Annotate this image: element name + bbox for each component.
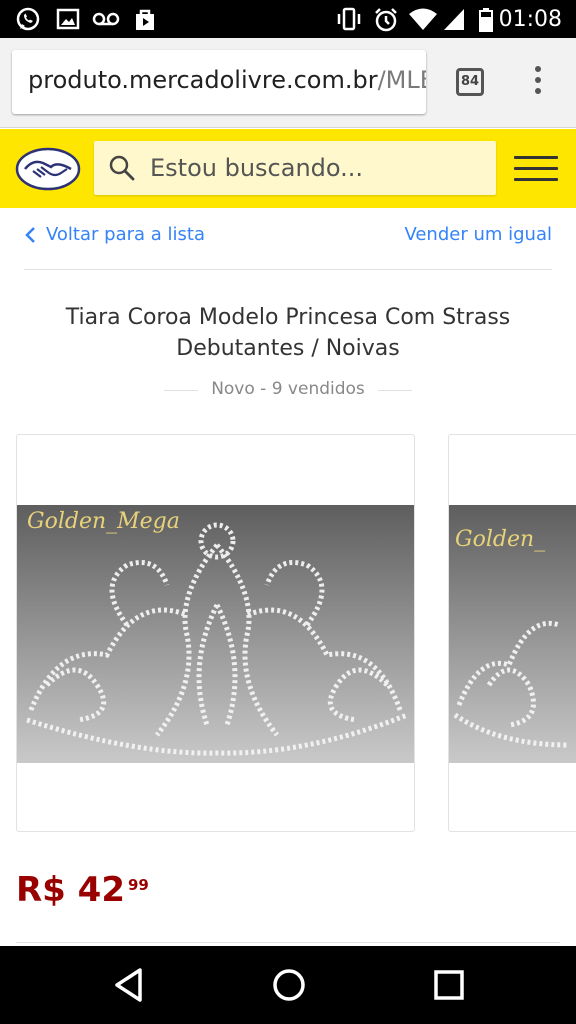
mercadolivre-logo-icon[interactable] bbox=[15, 147, 81, 191]
play-store-icon bbox=[132, 7, 158, 37]
battery-icon bbox=[478, 7, 494, 37]
address-bar[interactable]: produto.mercadolivre.com.br/MLB- bbox=[12, 50, 426, 114]
hamburger-menu-icon[interactable] bbox=[514, 156, 558, 182]
product-image-card[interactable]: Golden_ bbox=[448, 434, 576, 832]
site-header: Estou buscando... bbox=[0, 129, 576, 208]
sell-similar-link[interactable]: Vender um igual bbox=[404, 224, 552, 245]
home-icon[interactable] bbox=[270, 966, 308, 1008]
back-to-list-label: Voltar para a lista bbox=[46, 224, 205, 245]
product-nav-row: Voltar para a lista Vender um igual bbox=[24, 224, 552, 254]
url-host: produto.mercadolivre.com.br bbox=[28, 66, 378, 94]
image-watermark: Golden_ bbox=[455, 527, 546, 552]
image-watermark: Golden_Mega bbox=[27, 509, 180, 534]
whatsapp-icon bbox=[14, 7, 42, 37]
search-input[interactable]: Estou buscando... bbox=[94, 141, 496, 195]
product-image-card[interactable]: Golden_Mega bbox=[16, 434, 415, 832]
browser-toolbar: produto.mercadolivre.com.br/MLB- 84 bbox=[0, 38, 576, 128]
product-photo: Golden_Mega bbox=[17, 505, 414, 763]
search-icon bbox=[108, 154, 136, 186]
search-placeholder: Estou buscando... bbox=[150, 154, 364, 182]
voicemail-icon bbox=[92, 7, 120, 35]
divider bbox=[16, 942, 560, 943]
vibrate-icon bbox=[334, 7, 364, 35]
tab-switcher-button[interactable]: 84 bbox=[456, 68, 484, 96]
product-condition: Novo - 9 vendidos bbox=[211, 379, 365, 399]
status-bar: 01:08 bbox=[0, 0, 576, 38]
url-text: produto.mercadolivre.com.br/MLB- bbox=[28, 66, 426, 94]
browser-menu-icon[interactable] bbox=[532, 66, 544, 100]
product-title: Tiara Coroa Modelo Princesa Com Strass D… bbox=[65, 305, 511, 361]
divider bbox=[24, 269, 552, 270]
gallery-icon bbox=[56, 7, 80, 35]
product-price: R$ 42 99 bbox=[16, 870, 149, 910]
divider bbox=[378, 390, 412, 391]
recents-icon[interactable] bbox=[432, 966, 466, 1008]
signal-icon bbox=[442, 7, 466, 35]
price-cents: 99 bbox=[128, 876, 149, 894]
product-photo: Golden_ bbox=[449, 505, 576, 763]
back-to-list-link[interactable]: Voltar para a lista bbox=[24, 224, 205, 245]
back-icon[interactable] bbox=[112, 966, 146, 1008]
product-condition-row: Novo - 9 vendidos bbox=[0, 378, 576, 402]
price-main: R$ 42 bbox=[16, 870, 125, 910]
url-path: /MLB- bbox=[377, 66, 426, 94]
clock-time: 01:08 bbox=[498, 7, 562, 32]
chevron-left-icon bbox=[25, 226, 35, 243]
wifi-icon bbox=[408, 7, 438, 35]
android-navigation-bar bbox=[0, 946, 576, 1024]
alarm-icon bbox=[373, 7, 399, 37]
